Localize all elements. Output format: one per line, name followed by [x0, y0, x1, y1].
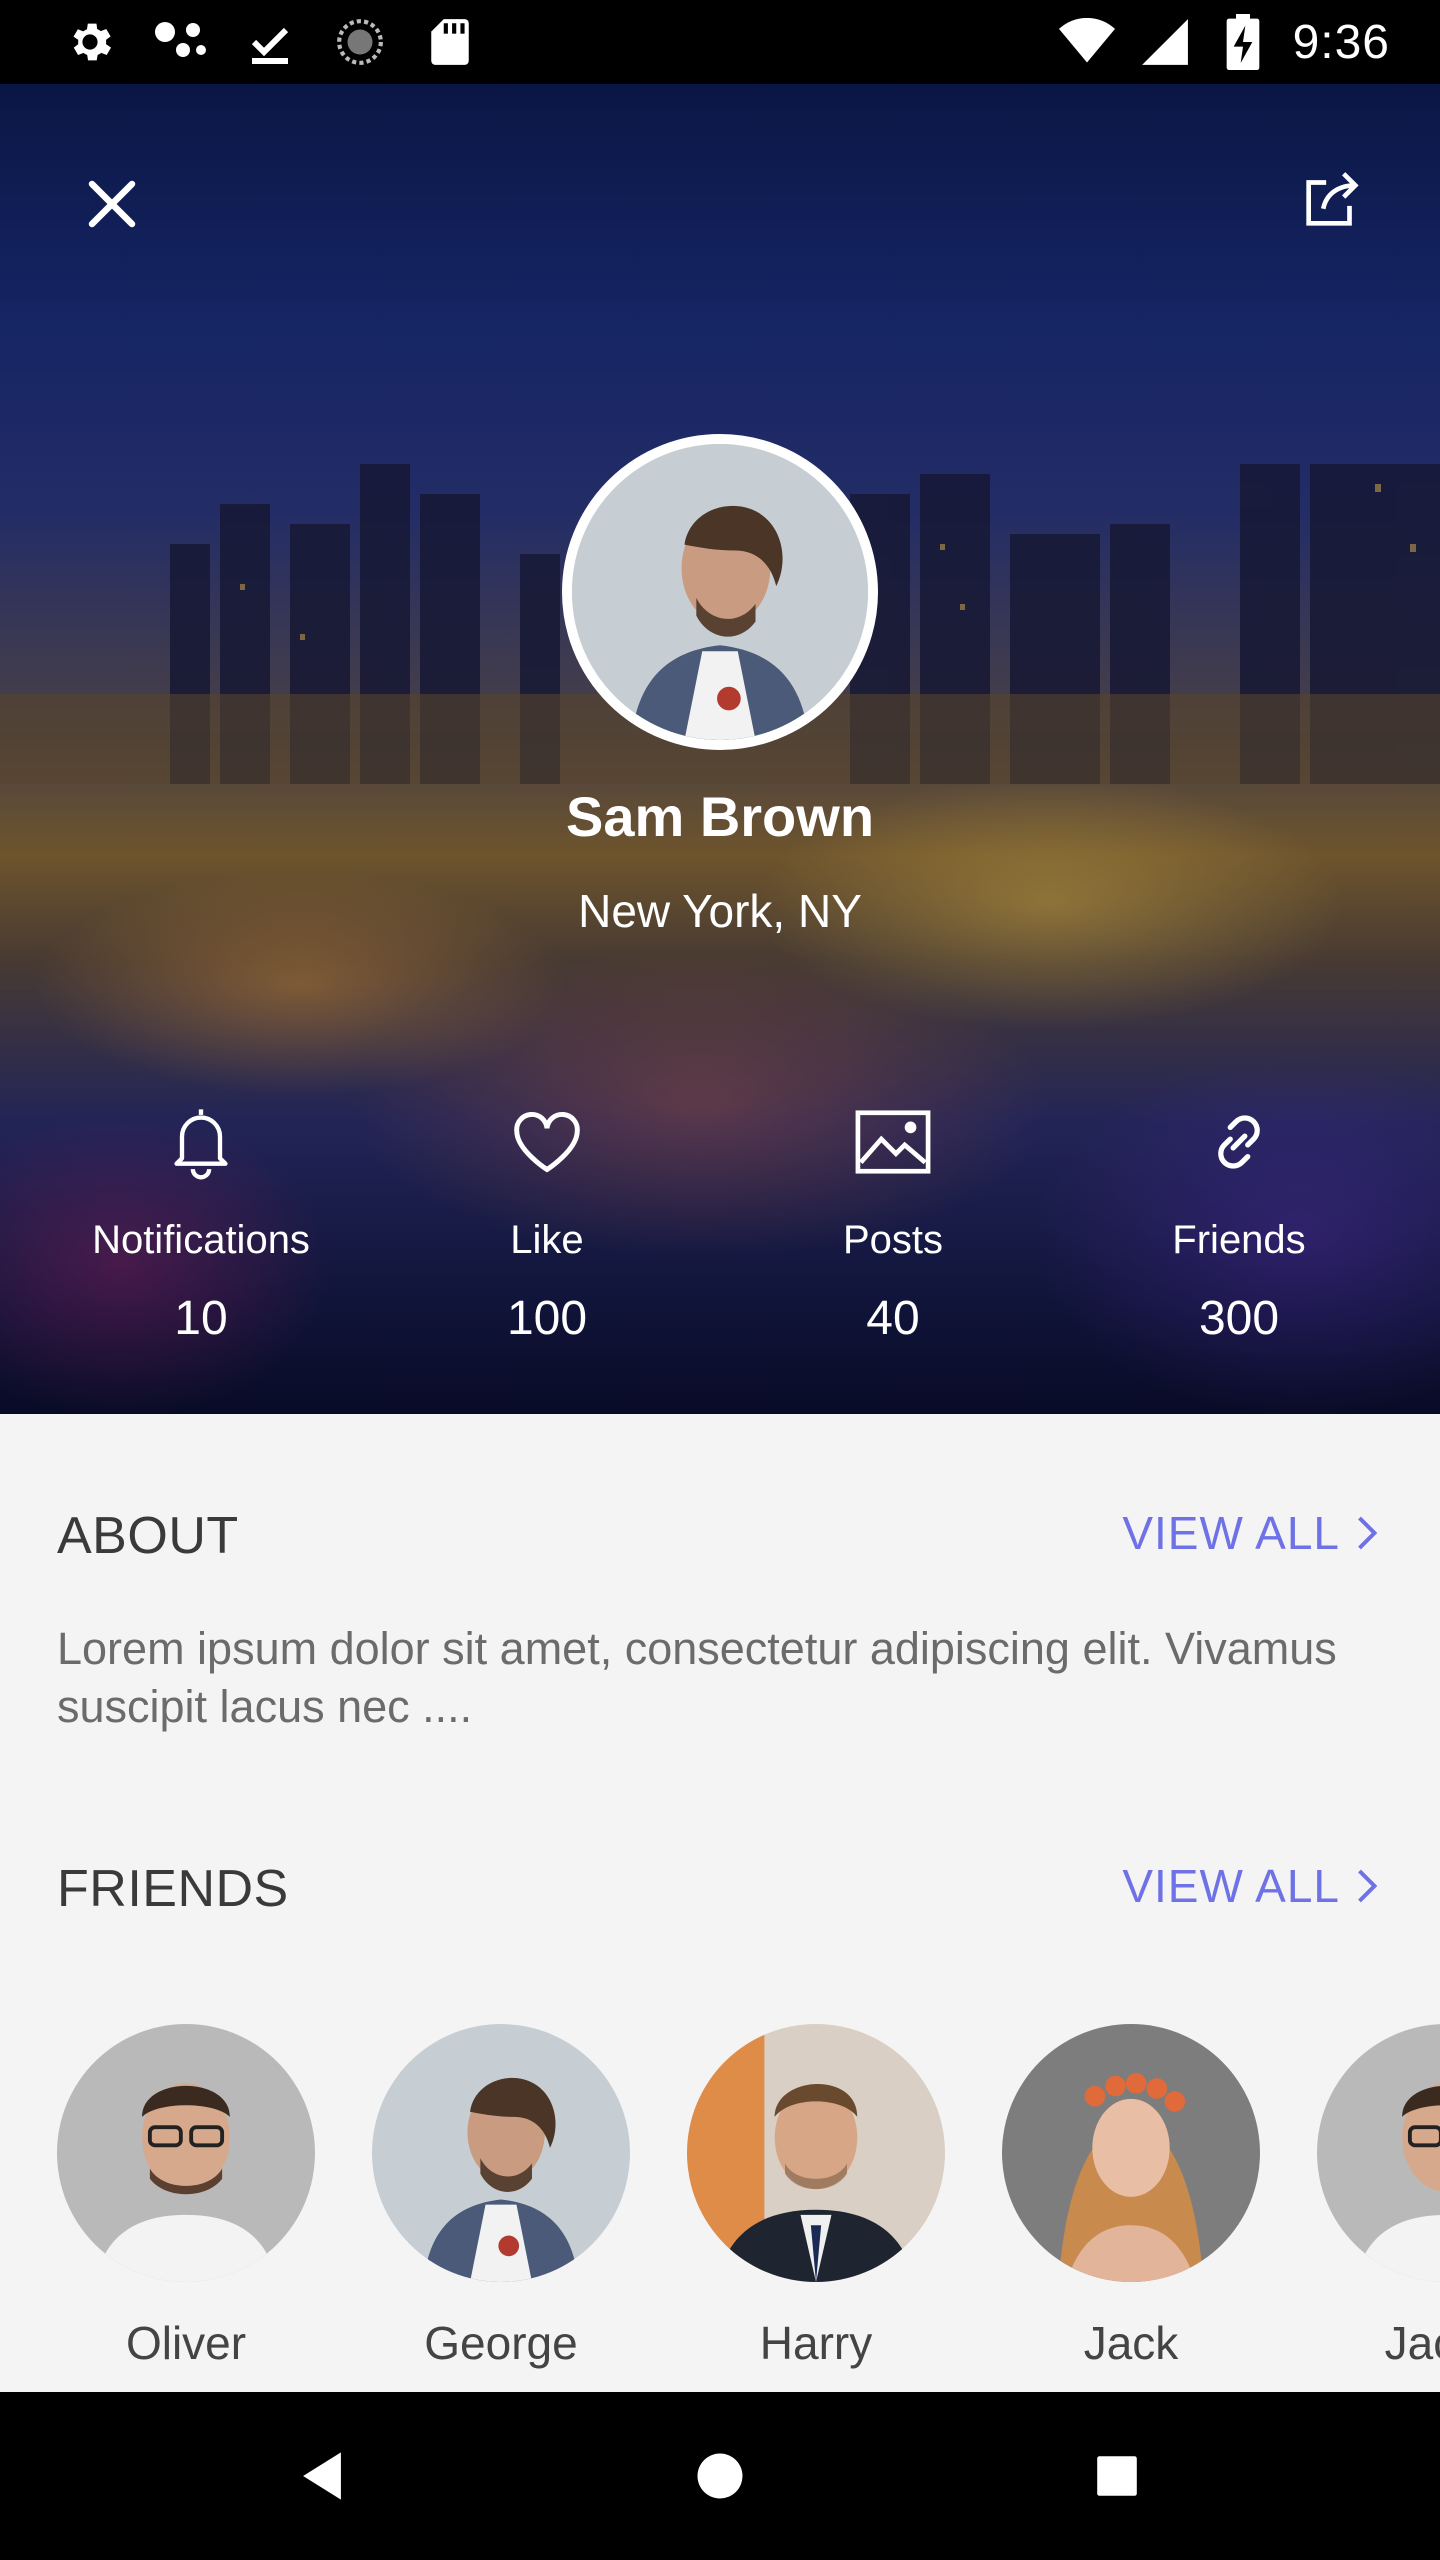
stat-value: 300: [1198, 1292, 1280, 1345]
home-icon: [697, 2453, 743, 2499]
profile-name: Sam Brown: [565, 785, 875, 848]
chevron-right-icon: [1358, 1516, 1378, 1550]
close-icon: [88, 180, 136, 228]
friend-item-harry[interactable]: Harry: [687, 2024, 945, 2370]
wifi-icon: [1058, 14, 1115, 70]
friends-list: Oliver George Harry Jack Ja: [0, 2024, 1440, 2392]
close-button[interactable]: [72, 164, 152, 244]
stat-like[interactable]: Like 100: [374, 1084, 720, 1346]
friend-avatar: [1002, 2024, 1260, 2282]
stat-posts[interactable]: Posts 40: [720, 1084, 1066, 1346]
friend-avatar: [57, 2024, 315, 2282]
recents-icon: [1097, 2456, 1137, 2496]
stat-label: Posts: [842, 1218, 944, 1262]
sync-icon: [332, 14, 388, 70]
stat-friends[interactable]: Friends 300: [1066, 1084, 1412, 1346]
friend-item-jacob[interactable]: Jacob: [1317, 2024, 1440, 2370]
stat-label: Like: [510, 1218, 584, 1262]
view-all-label: VIEW ALL: [1122, 1507, 1340, 1559]
profile-stats: Notifications 10 Like 100 Posts 40 Frien…: [0, 1084, 1440, 1414]
signal-icon: [1137, 14, 1193, 70]
friend-name: George: [424, 2317, 578, 2369]
back-icon: [303, 2452, 341, 2500]
heart-icon: [374, 1092, 720, 1192]
battery-charging-icon: [1215, 14, 1271, 70]
status-icons-right: 9:36: [1058, 14, 1390, 70]
about-text: Lorem ipsum dolor sit amet, consectetur …: [57, 1623, 1337, 1732]
navigation-bar: [0, 2392, 1440, 2560]
about-title: ABOUT: [57, 1507, 239, 1565]
friend-item-oliver[interactable]: Oliver: [57, 2024, 315, 2370]
stat-notifications[interactable]: Notifications 10: [28, 1084, 374, 1346]
friend-name: Harry: [759, 2317, 873, 2369]
view-all-label: VIEW ALL: [1122, 1860, 1340, 1912]
friend-avatar: [372, 2024, 630, 2282]
chevron-right-icon: [1358, 1869, 1378, 1903]
status-bar: 9:36: [0, 0, 1440, 84]
back-button[interactable]: [282, 2436, 362, 2516]
stat-value: 40: [866, 1292, 920, 1345]
friend-name: Oliver: [125, 2317, 247, 2369]
avatar: [572, 444, 868, 740]
profile-content: ABOUT VIEW ALL Lorem ipsum dolor sit ame…: [0, 1414, 1440, 2392]
about-view-all-button[interactable]: VIEW ALL: [1122, 1506, 1380, 1560]
share-icon: [1306, 172, 1359, 226]
profile-location: New York, NY: [578, 885, 862, 937]
friend-avatar: [1317, 2024, 1440, 2282]
status-icons-left: [62, 14, 478, 70]
friend-name: Jack: [1083, 2317, 1179, 2369]
stat-value: 10: [174, 1292, 228, 1345]
bell-icon: [28, 1092, 374, 1192]
friend-avatar: [687, 2024, 945, 2282]
stat-value: 100: [506, 1292, 588, 1345]
status-time: 9:36: [1292, 15, 1390, 69]
stat-label: Friends: [1172, 1218, 1306, 1262]
profile-header: Sam Brown New York, NY Notifications 10 …: [0, 84, 1440, 1414]
friend-item-jack[interactable]: Jack: [1002, 2024, 1260, 2370]
friend-name: Jacob: [1384, 2317, 1440, 2369]
friend-item-george[interactable]: George: [372, 2024, 630, 2370]
friends-title: FRIENDS: [57, 1860, 289, 1918]
cluster-icon: [152, 14, 208, 70]
home-button[interactable]: [680, 2436, 760, 2516]
recents-button[interactable]: [1077, 2436, 1157, 2516]
link-icon: [1066, 1092, 1412, 1192]
download-done-icon: [242, 14, 298, 70]
image-icon: [720, 1092, 1066, 1192]
profile-avatar: [562, 434, 878, 750]
friends-view-all-button[interactable]: VIEW ALL: [1122, 1859, 1380, 1913]
settings-icon: [62, 14, 118, 70]
stat-label: Notifications: [92, 1218, 310, 1262]
sd-card-icon: [422, 14, 478, 70]
share-button[interactable]: [1284, 152, 1380, 248]
